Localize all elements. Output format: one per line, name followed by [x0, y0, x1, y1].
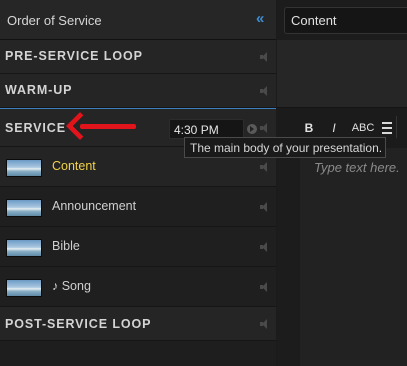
section-label: SERVICE — [5, 121, 66, 135]
section-label: WARM-UP — [5, 83, 73, 97]
play-clock-icon[interactable] — [247, 124, 257, 134]
list-item-announcement[interactable]: Announcement — [0, 187, 276, 227]
slide-thumbnail-icon — [6, 279, 42, 297]
item-label: ♪ Song — [52, 279, 91, 293]
bold-button[interactable]: B — [300, 119, 318, 137]
service-start-time-field[interactable]: 4:30 PM — [169, 119, 244, 139]
sidebar-empty-area — [0, 341, 276, 366]
speaker-icon[interactable] — [260, 85, 268, 96]
speaker-icon[interactable] — [260, 241, 268, 252]
item-label: Content — [52, 159, 96, 173]
speaker-icon[interactable] — [260, 51, 268, 62]
speaker-icon[interactable] — [260, 161, 268, 172]
section-warm-up[interactable]: WARM-UP — [0, 74, 276, 108]
section-label: PRE-SERVICE LOOP — [5, 49, 143, 63]
slide-thumbnail-icon — [6, 159, 42, 177]
section-label: POST-SERVICE LOOP — [5, 317, 152, 331]
item-label: Announcement — [52, 199, 137, 213]
section-post-service-loop[interactable]: POST-SERVICE LOOP — [0, 307, 276, 341]
section-pre-service-loop[interactable]: PRE-SERVICE LOOP — [0, 40, 276, 74]
editor-placeholder: Type text here. — [314, 160, 400, 175]
item-label: Bible — [52, 239, 80, 253]
speaker-icon[interactable] — [260, 201, 268, 212]
text-editor-area[interactable] — [300, 148, 407, 366]
editor-header-band — [277, 40, 407, 108]
slide-title-input[interactable]: Content — [284, 7, 407, 34]
toolbar-divider — [396, 116, 407, 138]
italic-button[interactable]: I — [326, 119, 342, 137]
slide-thumbnail-icon — [6, 239, 42, 257]
sidebar-title: Order of Service — [7, 13, 102, 28]
annotation-arrow-icon — [65, 111, 138, 141]
speaker-icon[interactable] — [260, 122, 268, 133]
bulleted-list-icon[interactable] — [380, 119, 394, 137]
list-item-bible[interactable]: Bible — [0, 227, 276, 267]
arrow-head — [65, 111, 95, 141]
slide-thumbnail-icon — [6, 199, 42, 217]
section-tooltip: The main body of your presentation. — [184, 137, 386, 158]
list-item-song[interactable]: ♪ Song — [0, 267, 276, 307]
speaker-icon[interactable] — [260, 281, 268, 292]
sidebar-header: Order of Service « — [0, 0, 276, 40]
collapse-sidebar-icon[interactable]: « — [256, 10, 270, 28]
spellcheck-button[interactable]: ABC — [350, 119, 376, 137]
speaker-icon[interactable] — [260, 318, 268, 329]
